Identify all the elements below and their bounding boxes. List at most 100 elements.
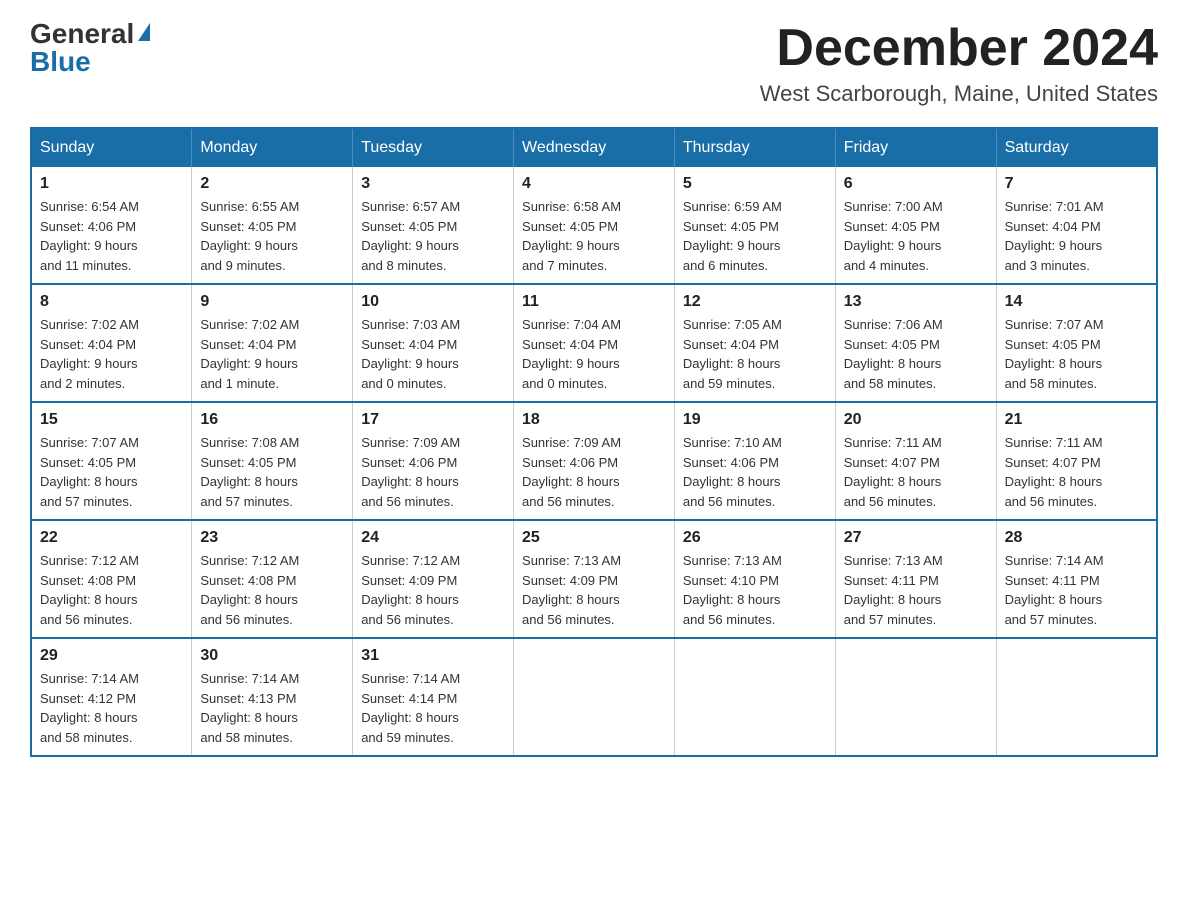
day-number: 29 <box>40 647 183 665</box>
day-info: Sunrise: 7:09 AMSunset: 4:06 PMDaylight:… <box>522 433 666 511</box>
day-cell: 9 Sunrise: 7:02 AMSunset: 4:04 PMDaylight… <box>192 284 353 402</box>
day-info: Sunrise: 7:01 AMSunset: 4:04 PMDaylight:… <box>1005 197 1148 275</box>
day-info: Sunrise: 7:03 AMSunset: 4:04 PMDaylight:… <box>361 315 505 393</box>
day-number: 27 <box>844 529 988 547</box>
day-info: Sunrise: 7:11 AMSunset: 4:07 PMDaylight:… <box>844 433 988 511</box>
day-info: Sunrise: 7:00 AMSunset: 4:05 PMDaylight:… <box>844 197 988 275</box>
day-cell: 2 Sunrise: 6:55 AMSunset: 4:05 PMDaylight… <box>192 167 353 284</box>
day-cell: 23 Sunrise: 7:12 AMSunset: 4:08 PMDayligh… <box>192 520 353 638</box>
day-cell: 22 Sunrise: 7:12 AMSunset: 4:08 PMDayligh… <box>31 520 192 638</box>
day-cell: 19 Sunrise: 7:10 AMSunset: 4:06 PMDayligh… <box>674 402 835 520</box>
calendar-body: 1Sunrise: 6:54 AMSunset: 4:06 PMDaylight… <box>31 167 1157 756</box>
header-cell-thursday: Thursday <box>674 128 835 167</box>
day-number: 9 <box>200 293 344 311</box>
day-cell: 11 Sunrise: 7:04 AMSunset: 4:04 PMDayligh… <box>514 284 675 402</box>
day-cell: 5 Sunrise: 6:59 AMSunset: 4:05 PMDaylight… <box>674 167 835 284</box>
day-number: 23 <box>200 529 344 547</box>
day-number: 20 <box>844 411 988 429</box>
day-number: 2 <box>200 175 344 193</box>
day-number: 5 <box>683 175 827 193</box>
day-info: Sunrise: 7:14 AMSunset: 4:13 PMDaylight:… <box>200 669 344 747</box>
calendar-subtitle: West Scarborough, Maine, United States <box>760 81 1158 107</box>
logo-blue-text: Blue <box>30 46 91 77</box>
day-info: Sunrise: 6:54 AMSunset: 4:06 PMDaylight:… <box>40 197 183 275</box>
day-cell: 8 Sunrise: 7:02 AMSunset: 4:04 PMDaylight… <box>31 284 192 402</box>
day-info: Sunrise: 7:06 AMSunset: 4:05 PMDaylight:… <box>844 315 988 393</box>
day-number: 13 <box>844 293 988 311</box>
week-row-5: 29Sunrise: 7:14 AMSunset: 4:12 PMDayligh… <box>31 638 1157 756</box>
day-info: Sunrise: 7:07 AMSunset: 4:05 PMDaylight:… <box>1005 315 1148 393</box>
day-info: Sunrise: 7:14 AMSunset: 4:14 PMDaylight:… <box>361 669 505 747</box>
week-row-4: 22 Sunrise: 7:12 AMSunset: 4:08 PMDayligh… <box>31 520 1157 638</box>
day-cell: 21Sunrise: 7:11 AMSunset: 4:07 PMDayligh… <box>996 402 1157 520</box>
day-cell <box>674 638 835 756</box>
calendar-title: December 2024 <box>760 20 1158 77</box>
day-cell: 20 Sunrise: 7:11 AMSunset: 4:07 PMDayligh… <box>835 402 996 520</box>
day-number: 19 <box>683 411 827 429</box>
day-number: 28 <box>1005 529 1148 547</box>
logo-triangle-icon <box>138 23 150 41</box>
day-cell: 4Sunrise: 6:58 AMSunset: 4:05 PMDaylight… <box>514 167 675 284</box>
day-number: 12 <box>683 293 827 311</box>
week-row-3: 15Sunrise: 7:07 AMSunset: 4:05 PMDayligh… <box>31 402 1157 520</box>
calendar-table: SundayMondayTuesdayWednesdayThursdayFrid… <box>30 127 1158 757</box>
day-info: Sunrise: 7:02 AMSunset: 4:04 PMDaylight:… <box>200 315 344 393</box>
day-number: 16 <box>200 411 344 429</box>
day-info: Sunrise: 7:13 AMSunset: 4:11 PMDaylight:… <box>844 551 988 629</box>
day-number: 31 <box>361 647 505 665</box>
day-info: Sunrise: 7:12 AMSunset: 4:09 PMDaylight:… <box>361 551 505 629</box>
header-cell-wednesday: Wednesday <box>514 128 675 167</box>
day-info: Sunrise: 6:57 AMSunset: 4:05 PMDaylight:… <box>361 197 505 275</box>
day-cell <box>835 638 996 756</box>
day-number: 10 <box>361 293 505 311</box>
day-cell: 30Sunrise: 7:14 AMSunset: 4:13 PMDayligh… <box>192 638 353 756</box>
day-cell: 24 Sunrise: 7:12 AMSunset: 4:09 PMDayligh… <box>353 520 514 638</box>
day-info: Sunrise: 7:12 AMSunset: 4:08 PMDaylight:… <box>40 551 183 629</box>
header-cell-tuesday: Tuesday <box>353 128 514 167</box>
day-cell <box>996 638 1157 756</box>
day-cell: 29Sunrise: 7:14 AMSunset: 4:12 PMDayligh… <box>31 638 192 756</box>
day-number: 25 <box>522 529 666 547</box>
day-cell: 17 Sunrise: 7:09 AMSunset: 4:06 PMDayligh… <box>353 402 514 520</box>
header-cell-friday: Friday <box>835 128 996 167</box>
day-number: 3 <box>361 175 505 193</box>
day-cell: 16 Sunrise: 7:08 AMSunset: 4:05 PMDayligh… <box>192 402 353 520</box>
day-info: Sunrise: 7:13 AMSunset: 4:10 PMDaylight:… <box>683 551 827 629</box>
day-info: Sunrise: 7:08 AMSunset: 4:05 PMDaylight:… <box>200 433 344 511</box>
day-cell: 27 Sunrise: 7:13 AMSunset: 4:11 PMDayligh… <box>835 520 996 638</box>
day-number: 6 <box>844 175 988 193</box>
day-info: Sunrise: 7:12 AMSunset: 4:08 PMDaylight:… <box>200 551 344 629</box>
day-cell: 13 Sunrise: 7:06 AMSunset: 4:05 PMDayligh… <box>835 284 996 402</box>
day-cell <box>514 638 675 756</box>
day-info: Sunrise: 7:13 AMSunset: 4:09 PMDaylight:… <box>522 551 666 629</box>
title-area: December 2024 West Scarborough, Maine, U… <box>760 20 1158 107</box>
day-info: Sunrise: 6:59 AMSunset: 4:05 PMDaylight:… <box>683 197 827 275</box>
day-number: 22 <box>40 529 183 547</box>
day-number: 24 <box>361 529 505 547</box>
day-number: 14 <box>1005 293 1148 311</box>
day-cell: 7 Sunrise: 7:01 AMSunset: 4:04 PMDaylight… <box>996 167 1157 284</box>
day-cell: 14 Sunrise: 7:07 AMSunset: 4:05 PMDayligh… <box>996 284 1157 402</box>
day-info: Sunrise: 7:09 AMSunset: 4:06 PMDaylight:… <box>361 433 505 511</box>
day-info: Sunrise: 7:07 AMSunset: 4:05 PMDaylight:… <box>40 433 183 511</box>
day-cell: 15Sunrise: 7:07 AMSunset: 4:05 PMDayligh… <box>31 402 192 520</box>
day-cell: 26Sunrise: 7:13 AMSunset: 4:10 PMDayligh… <box>674 520 835 638</box>
calendar-header: SundayMondayTuesdayWednesdayThursdayFrid… <box>31 128 1157 167</box>
day-number: 11 <box>522 293 666 311</box>
day-number: 17 <box>361 411 505 429</box>
logo: General Blue <box>30 20 150 76</box>
week-row-2: 8 Sunrise: 7:02 AMSunset: 4:04 PMDaylight… <box>31 284 1157 402</box>
day-cell: 3 Sunrise: 6:57 AMSunset: 4:05 PMDaylight… <box>353 167 514 284</box>
day-info: Sunrise: 6:55 AMSunset: 4:05 PMDaylight:… <box>200 197 344 275</box>
day-number: 7 <box>1005 175 1148 193</box>
day-number: 18 <box>522 411 666 429</box>
day-info: Sunrise: 7:02 AMSunset: 4:04 PMDaylight:… <box>40 315 183 393</box>
day-cell: 12 Sunrise: 7:05 AMSunset: 4:04 PMDayligh… <box>674 284 835 402</box>
week-row-1: 1Sunrise: 6:54 AMSunset: 4:06 PMDaylight… <box>31 167 1157 284</box>
day-info: Sunrise: 7:05 AMSunset: 4:04 PMDaylight:… <box>683 315 827 393</box>
day-info: Sunrise: 7:04 AMSunset: 4:04 PMDaylight:… <box>522 315 666 393</box>
day-info: Sunrise: 7:10 AMSunset: 4:06 PMDaylight:… <box>683 433 827 511</box>
day-cell: 25 Sunrise: 7:13 AMSunset: 4:09 PMDayligh… <box>514 520 675 638</box>
header: General Blue December 2024 West Scarboro… <box>30 20 1158 107</box>
day-number: 8 <box>40 293 183 311</box>
